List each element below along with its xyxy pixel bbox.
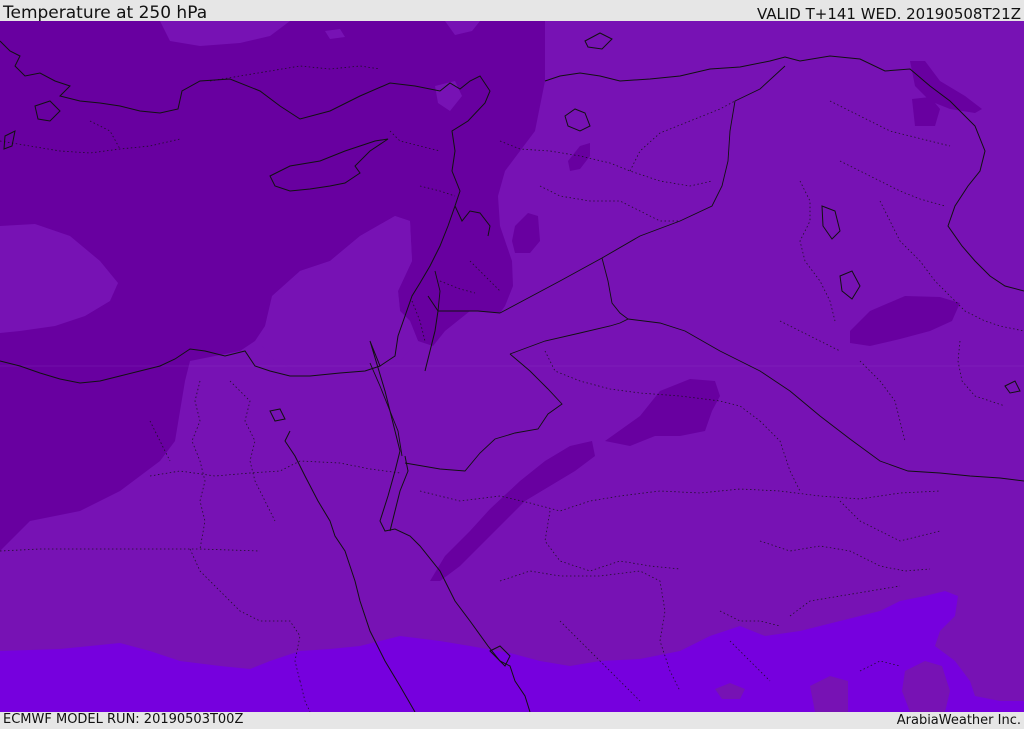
temperature-map xyxy=(0,21,1024,712)
map-title: Temperature at 250 hPa xyxy=(3,3,208,23)
header-bar: Temperature at 250 hPa VALID T+141 WED. … xyxy=(0,0,1024,23)
weather-map-page: Temperature at 250 hPa VALID T+141 WED. … xyxy=(0,0,1024,729)
map-canvas xyxy=(0,21,1024,712)
model-run-label: ECMWF MODEL RUN: 20190503T00Z xyxy=(3,712,244,727)
credit-label: ArabiaWeather Inc. xyxy=(896,713,1021,728)
footer-bar: ECMWF MODEL RUN: 20190503T00Z ArabiaWeat… xyxy=(0,712,1024,729)
